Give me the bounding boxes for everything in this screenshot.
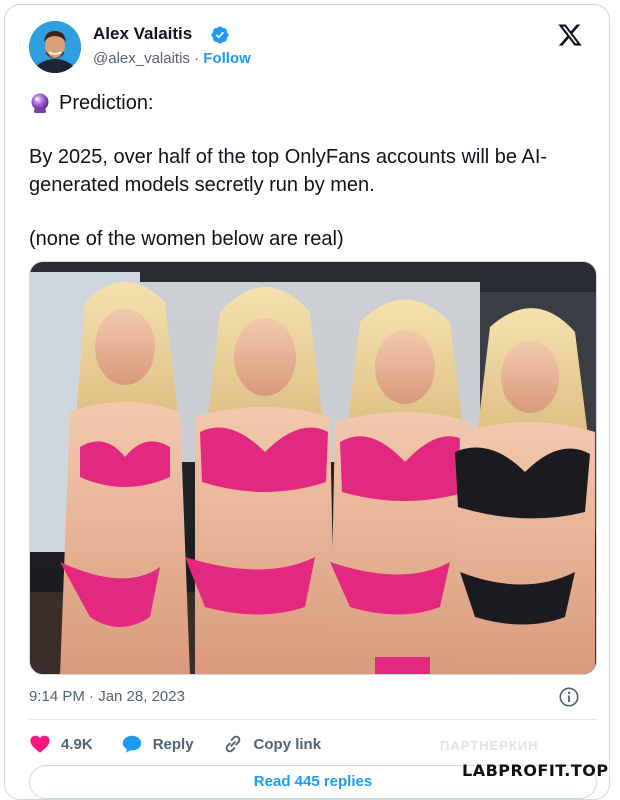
watermark: LABPROFIT.TOP	[462, 761, 609, 780]
user-handle[interactable]: @alex_valaitis	[93, 50, 190, 67]
tweet-note: (none of the women below are real)	[29, 228, 344, 250]
avatar[interactable]	[29, 21, 81, 73]
copy-link-button[interactable]: Copy link	[222, 733, 322, 755]
handle-row: @alex_valaitis · Follow	[93, 50, 251, 67]
link-icon	[225, 735, 240, 753]
display-name[interactable]: Alex Valaitis	[93, 24, 192, 44]
follow-link[interactable]: Follow	[203, 50, 251, 67]
timestamp[interactable]: 9:14 PM · Jan 28, 2023	[29, 688, 185, 705]
copy-link-label: Copy link	[253, 735, 322, 753]
like-count: 4.9K	[61, 735, 93, 753]
heart-icon	[30, 735, 50, 753]
reply-bubble-icon	[122, 735, 141, 753]
divider	[29, 719, 597, 720]
tweet-photo[interactable]	[29, 261, 597, 675]
tweet-text: Prediction: By 2025, over half of the to…	[29, 89, 599, 253]
watermark-ghost: ПАРТНЕРКИН	[440, 738, 539, 753]
crystal-ball-icon	[31, 93, 49, 113]
prediction-label: Prediction:	[59, 92, 154, 114]
tweet-card: Alex Valaitis @alex_valaitis · Follow Pr…	[4, 4, 610, 800]
reply-button[interactable]: Reply	[121, 733, 194, 755]
verified-badge-icon	[211, 26, 229, 44]
reply-label: Reply	[152, 735, 194, 753]
prediction-line: Prediction:	[29, 89, 599, 117]
action-bar: 4.9K Reply Copy link	[29, 730, 349, 758]
separator: ·	[189, 50, 204, 67]
info-icon[interactable]	[558, 686, 580, 708]
x-logo-icon[interactable]	[557, 22, 583, 48]
tweet-body: By 2025, over half of the top OnlyFans a…	[29, 146, 548, 196]
like-button[interactable]: 4.9K	[29, 733, 93, 755]
